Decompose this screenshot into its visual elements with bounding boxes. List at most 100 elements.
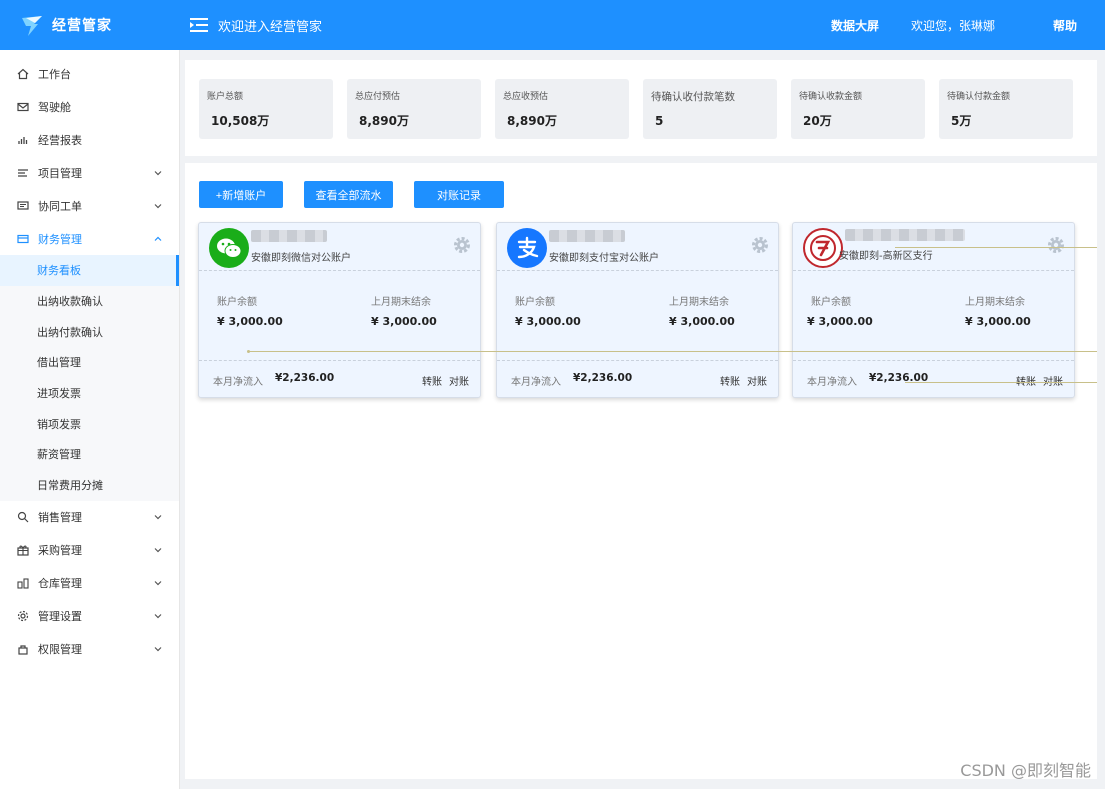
sidebar-item-warehouse[interactable]: 仓库管理 xyxy=(0,567,179,600)
alipay-icon xyxy=(507,228,547,268)
sidebar-item-projects[interactable]: 项目管理 xyxy=(0,156,179,189)
chevron-down-icon xyxy=(154,647,162,652)
gear-icon[interactable] xyxy=(452,235,472,255)
inflow-value: ¥2,236.00 xyxy=(573,372,633,384)
reconcile-link[interactable]: 对账 xyxy=(1043,373,1063,388)
sidebar-item-label: 仓库管理 xyxy=(38,577,82,590)
inflow-label: 本月净流入 xyxy=(213,377,263,388)
sidebar-item-settings[interactable]: 管理设置 xyxy=(0,600,179,633)
sidebar-item-label: 经营报表 xyxy=(38,133,82,147)
reconcile-link[interactable]: 对账 xyxy=(449,373,469,388)
stat-value: 5万 xyxy=(951,114,972,128)
gear-icon[interactable] xyxy=(750,235,770,255)
inflow-label: 本月净流入 xyxy=(511,377,561,388)
masked-account-number xyxy=(845,229,965,241)
balance-label: 账户余额 xyxy=(811,297,851,308)
chevron-up-icon xyxy=(154,236,162,241)
account-card-bank[interactable]: 安徽即刻-高新区支行 账户余额 上月期末结余 ¥ 3,000.00 ¥ 3,00… xyxy=(792,222,1075,398)
sidebar-subitem-cashier-payment[interactable]: 出纳付款确认 xyxy=(0,316,179,347)
stat-label: 待确认收付款笔数 xyxy=(651,91,735,103)
account-name: 安徽即刻支付宝对公账户 xyxy=(549,253,659,264)
gift-icon xyxy=(17,545,29,556)
finance-submenu: 财务看板 出纳收款确认 出纳付款确认 借出管理 进项发票 销项发票 薪资管理 日… xyxy=(0,255,179,501)
chevron-down-icon xyxy=(154,515,162,520)
main-panel: +新增账户 查看全部流水 对账记录 安徽即刻微信对公账户 账户余额 上月期末结余 xyxy=(185,163,1097,779)
stat-pending-count: 待确认收付款笔数 5 xyxy=(643,79,777,139)
last-month-value: ¥ 3,000.00 xyxy=(965,315,1031,328)
chevron-down-icon xyxy=(154,203,162,208)
page-welcome-title: 欢迎进入经营管家 xyxy=(218,19,323,35)
stat-pending-payment: 待确认付款金额 5万 xyxy=(939,79,1073,139)
last-month-label: 上月期末结余 xyxy=(371,297,431,308)
stat-total-receivable: 总应收预估 8,890万 xyxy=(495,79,629,139)
sidebar-subitem-output-invoice[interactable]: 销项发票 xyxy=(0,408,179,439)
brand-name: 经营管家 xyxy=(52,18,112,34)
balance-value: ¥ 3,000.00 xyxy=(217,315,283,328)
bank-icon xyxy=(803,228,843,268)
dashboard-link[interactable]: 数据大屏 xyxy=(831,17,879,34)
sidebar-item-permissions[interactable]: 权限管理 xyxy=(0,633,179,666)
sidebar-item-workorders[interactable]: 协同工单 xyxy=(0,189,179,222)
sidebar-item-sales[interactable]: 销售管理 xyxy=(0,501,179,534)
sidebar-item-cockpit[interactable]: 驾驶舱 xyxy=(0,90,179,123)
sidebar-subitem-expense-allocation[interactable]: 日常费用分摊 xyxy=(0,470,179,501)
stats-panel: 账户总额 10,508万 总应付预估 8,890万 总应收预估 8,890万 待… xyxy=(185,60,1097,156)
annotation-line xyxy=(905,382,1097,383)
masked-account-number xyxy=(251,230,327,242)
mail-icon xyxy=(17,102,29,111)
sidebar-item-workbench[interactable]: 工作台 xyxy=(0,57,179,90)
sidebar: 工作台 驾驶舱 经营报表 项目管理 协同工单 财务管理 财务看板 出纳收款确认 … xyxy=(0,50,180,789)
sidebar-subitem-input-invoice[interactable]: 进项发票 xyxy=(0,378,179,409)
reconcile-log-button[interactable]: 对账记录 xyxy=(414,181,504,208)
masked-account-number xyxy=(549,230,625,242)
stat-label: 待确认付款金额 xyxy=(947,92,1011,102)
lock-icon xyxy=(18,645,28,655)
balance-label: 账户余额 xyxy=(515,297,555,308)
last-month-label: 上月期末结余 xyxy=(669,297,729,308)
list-icon xyxy=(18,168,28,177)
sidebar-subitem-lending[interactable]: 借出管理 xyxy=(0,347,179,378)
reconcile-link[interactable]: 对账 xyxy=(747,373,767,388)
sidebar-item-reports[interactable]: 经营报表 xyxy=(0,123,179,156)
account-name: 安徽即刻-高新区支行 xyxy=(839,251,933,262)
sales-icon xyxy=(17,511,29,523)
top-header: 经营管家 欢迎进入经营管家 数据大屏 欢迎您，张琳娜 帮助 xyxy=(0,0,1105,50)
brand[interactable]: 经营管家 xyxy=(0,12,180,38)
transfer-link[interactable]: 转账 xyxy=(1016,373,1036,388)
wallet-icon xyxy=(17,234,29,243)
sidebar-subitem-finance-board[interactable]: 财务看板 xyxy=(0,255,179,286)
add-account-button[interactable]: +新增账户 xyxy=(199,181,283,208)
account-card-alipay[interactable]: 安徽即刻支付宝对公账户 账户余额 上月期末结余 ¥ 3,000.00 ¥ 3,0… xyxy=(496,222,779,398)
stat-label: 账户总额 xyxy=(207,92,244,102)
sidebar-item-label: 项目管理 xyxy=(38,166,82,180)
sidebar-subitem-cashier-receipt[interactable]: 出纳收款确认 xyxy=(0,286,179,317)
sidebar-item-label: 采购管理 xyxy=(38,544,82,557)
stat-total-payable: 总应付预估 8,890万 xyxy=(347,79,481,139)
wechat-icon xyxy=(209,228,249,268)
stat-value: 8,890万 xyxy=(507,114,557,128)
menu-toggle-icon[interactable] xyxy=(190,18,208,32)
stat-label: 总应收预估 xyxy=(503,92,549,102)
view-all-transactions-button[interactable]: 查看全部流水 xyxy=(304,181,393,208)
account-card-wechat[interactable]: 安徽即刻微信对公账户 账户余额 上月期末结余 ¥ 3,000.00 ¥ 3,00… xyxy=(198,222,481,398)
user-greeting[interactable]: 欢迎您，张琳娜 xyxy=(911,17,995,34)
sidebar-item-purchasing[interactable]: 采购管理 xyxy=(0,534,179,567)
sidebar-item-label: 工作台 xyxy=(38,67,71,81)
stat-value: 10,508万 xyxy=(211,114,270,128)
sidebar-item-label: 驾驶舱 xyxy=(38,100,71,114)
stat-value: 8,890万 xyxy=(359,114,409,128)
help-link[interactable]: 帮助 xyxy=(1053,17,1077,34)
transfer-link[interactable]: 转账 xyxy=(720,373,740,388)
chevron-down-icon xyxy=(154,548,162,553)
message-icon xyxy=(17,200,29,210)
stat-label: 待确认收款金额 xyxy=(799,92,863,102)
sidebar-subitem-payroll[interactable]: 薪资管理 xyxy=(0,439,179,470)
inflow-value: ¥2,236.00 xyxy=(275,372,335,384)
stat-value: 5 xyxy=(655,114,664,128)
stat-pending-receipt: 待确认收款金额 20万 xyxy=(791,79,925,139)
transfer-link[interactable]: 转账 xyxy=(422,373,442,388)
home-icon xyxy=(17,68,29,79)
gear-icon[interactable] xyxy=(1046,235,1066,255)
last-month-label: 上月期末结余 xyxy=(965,297,1025,308)
sidebar-item-finance[interactable]: 财务管理 xyxy=(0,222,179,255)
